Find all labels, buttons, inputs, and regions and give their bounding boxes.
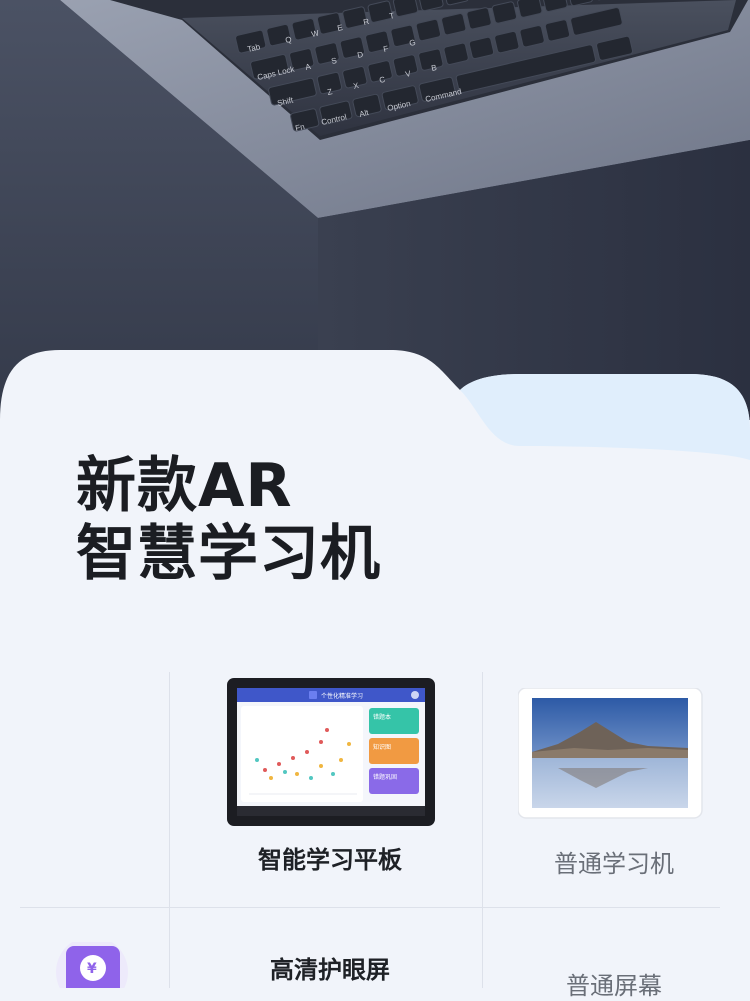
- column-divider: [482, 672, 483, 988]
- page-title: 新款AR 智慧学习机: [76, 452, 381, 588]
- feature-label-hd-eye-care: 高清护眼屏: [227, 950, 433, 985]
- title-line-2: 智慧学习机: [76, 520, 381, 588]
- title-line-1: 新款AR: [76, 452, 381, 520]
- column-divider: [169, 672, 170, 988]
- column-label-ordinary: 普通学习机: [514, 844, 714, 879]
- feature-value-ordinary-screen: 普通屏幕: [514, 966, 714, 1001]
- svg-text:¥: ¥: [87, 961, 97, 977]
- yen-icon: ¥: [52, 942, 134, 988]
- comparison-table: 个性化精准学习 错题本 知识图 错题巩固 智能学习平板: [0, 672, 750, 988]
- ordinary-tablet-image: [518, 688, 704, 820]
- column-label-smart: 智能学习平板: [227, 840, 433, 875]
- smart-tablet-image: 个性化精准学习 错题本 知识图 错题巩固: [227, 678, 437, 828]
- row-divider: [20, 907, 720, 908]
- tablet-card-3: 错题巩固: [373, 773, 397, 781]
- tablet-card-1: 错题本: [373, 713, 391, 721]
- tablet-card-2: 知识图: [373, 743, 391, 751]
- tablet-app-title: 个性化精准学习: [321, 692, 363, 700]
